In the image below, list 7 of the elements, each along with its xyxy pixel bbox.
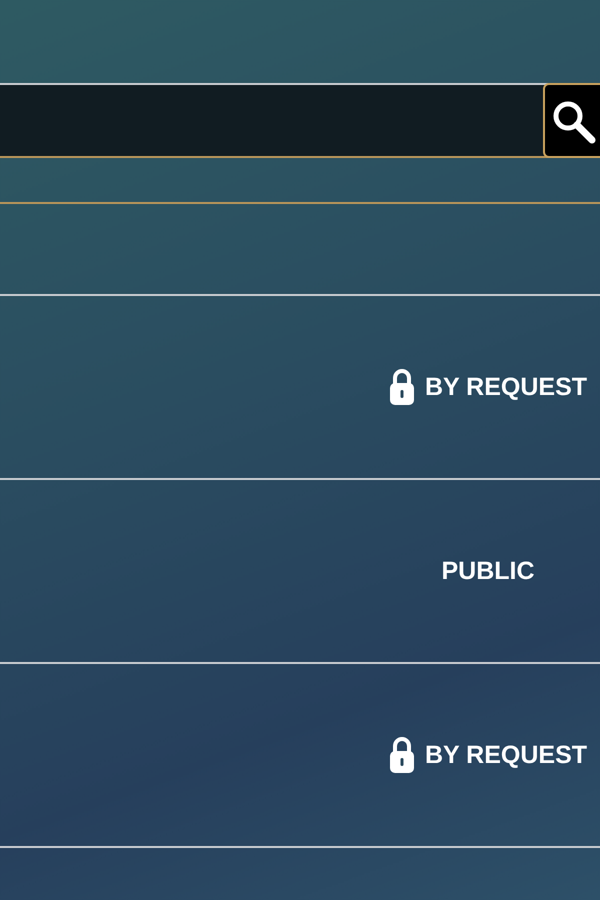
list-row[interactable]: BY REQUEST: [0, 664, 600, 848]
list-row[interactable]: PUBLIC: [0, 480, 600, 664]
search-button[interactable]: [543, 83, 600, 158]
access-label: BY REQUEST: [424, 372, 588, 402]
access-label: BY REQUEST: [424, 740, 588, 770]
list-row[interactable]: BY REQUEST: [0, 296, 600, 480]
access-label: PUBLIC: [441, 556, 535, 586]
